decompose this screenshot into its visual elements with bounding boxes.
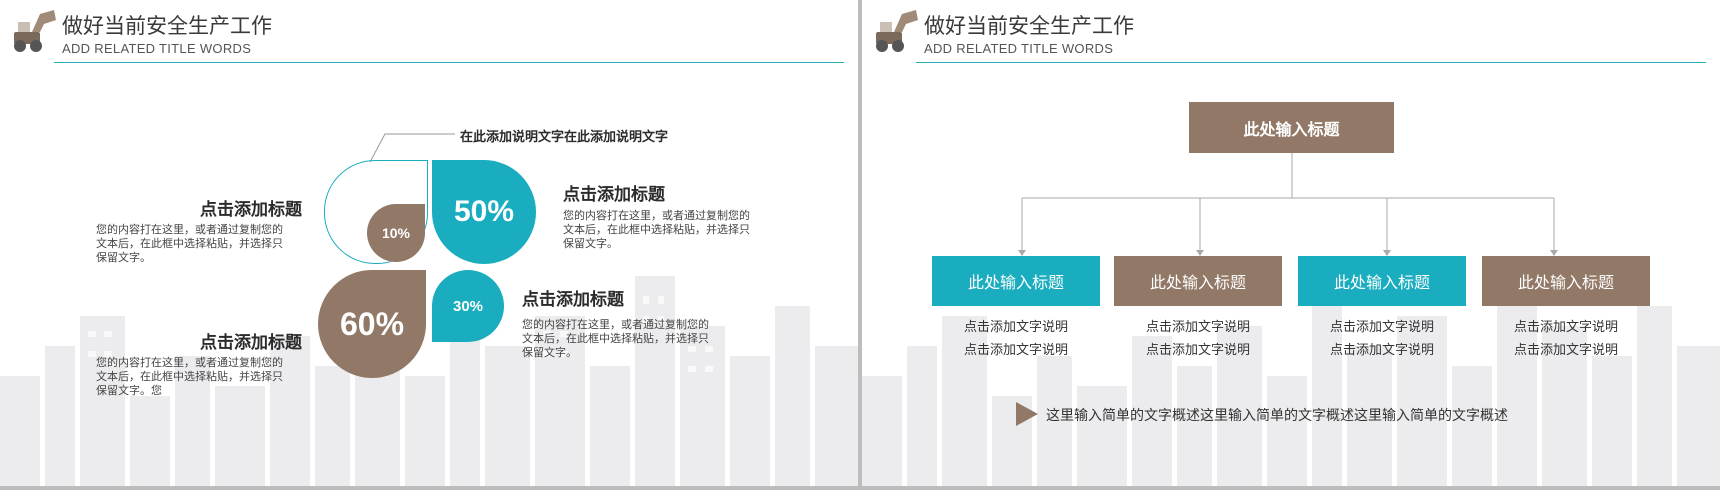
petal-30-percent: 30% xyxy=(432,270,504,342)
caption-line: 点击添加文字说明 xyxy=(1145,343,1250,358)
petal-10-percent: 10% xyxy=(367,204,425,262)
child-box-4: 此处输入标题 xyxy=(1482,256,1650,306)
block-heading: 点击添加标题 xyxy=(200,333,302,353)
top-title-box: 此处输入标题 xyxy=(1189,102,1394,153)
block-bottom-left-text: 您的内容打在这里，或者通过复制您的 文本后，在此框中选择粘贴，并选择只 保留文字… xyxy=(96,356,306,398)
block-heading: 点击添加标题 xyxy=(563,185,665,205)
child-box-3: 此处输入标题 xyxy=(1298,256,1466,306)
caption-line: 点击添加文字说明 xyxy=(1145,320,1250,335)
text-line: 您的内容打在这里，或者通过复制您的 xyxy=(522,318,709,331)
page-title: 做好当前安全生产工作 xyxy=(62,14,272,38)
summary-text: 这里输入简单的文字概述这里输入简单的文字概述这里输入简单的文字概述 xyxy=(1046,408,1508,424)
text-line: 您的内容打在这里，或者通过复制您的 xyxy=(563,209,750,222)
text-line: 保留文字。 xyxy=(522,346,577,359)
caption-line: 点击添加文字说明 xyxy=(963,320,1068,335)
block-top-left-text: 您的内容打在这里，或者通过复制您的 文本后，在此框中选择粘贴，并选择只 保留文字… xyxy=(96,223,306,265)
block-mid-right: 点击添加标题 xyxy=(522,285,624,310)
child-4-caption: 点击添加文字说明 点击添加文字说明 xyxy=(1482,316,1650,362)
mining-machine-logo xyxy=(14,10,56,52)
text-line: 文本后，在此框中选择粘贴，并选择只 xyxy=(96,237,283,250)
block-heading: 点击添加标题 xyxy=(522,290,624,310)
child-2-caption: 点击添加文字说明 点击添加文字说明 xyxy=(1114,316,1282,362)
text-line: 您的内容打在这里，或者通过复制您的 xyxy=(96,223,283,236)
child-1-caption: 点击添加文字说明 点击添加文字说明 xyxy=(932,316,1100,362)
text-line: 文本后，在此框中选择粘贴，并选择只 xyxy=(563,223,750,236)
petal-60-percent: 60% xyxy=(318,270,426,378)
slide-right: 做好当前安全生产工作 ADD RELATED TITLE WORDS 此处输入标… xyxy=(862,0,1720,486)
child-box-2: 此处输入标题 xyxy=(1114,256,1282,306)
block-mid-right-text: 您的内容打在这里，或者通过复制您的 文本后，在此框中选择粘贴，并选择只 保留文字… xyxy=(522,318,732,360)
block-top-right: 点击添加标题 xyxy=(563,180,665,205)
block-bottom-left: 点击添加标题 xyxy=(90,328,302,353)
page-subtitle: ADD RELATED TITLE WORDS xyxy=(62,41,252,56)
petal-50-percent: 50% xyxy=(432,160,536,264)
child-box-1: 此处输入标题 xyxy=(932,256,1100,306)
block-top-right-text: 您的内容打在这里，或者通过复制您的 文本后，在此框中选择粘贴，并选择只 保留文字… xyxy=(563,209,773,251)
block-top-left: 点击添加标题 xyxy=(90,195,302,220)
play-triangle-icon xyxy=(1016,402,1038,426)
caption-line: 点击添加文字说明 xyxy=(963,343,1068,358)
callout-text: 在此添加说明文字在此添加说明文字 xyxy=(460,130,669,145)
child-3-caption: 点击添加文字说明 点击添加文字说明 xyxy=(1298,316,1466,362)
text-line: 文本后，在此框中选择粘贴，并选择只 xyxy=(522,332,709,345)
caption-line: 点击添加文字说明 xyxy=(1329,320,1434,335)
title-divider xyxy=(54,62,844,63)
caption-line: 点击添加文字说明 xyxy=(1329,343,1434,358)
text-line: 您的内容打在这里，或者通过复制您的 xyxy=(96,356,283,369)
caption-line: 点击添加文字说明 xyxy=(1513,320,1618,335)
text-line: 保留文字。您 xyxy=(96,384,162,397)
caption-line: 点击添加文字说明 xyxy=(1513,343,1618,358)
text-line: 保留文字。 xyxy=(563,237,618,250)
text-line: 保留文字。 xyxy=(96,251,151,264)
text-line: 文本后，在此框中选择粘贴，并选择只 xyxy=(96,370,283,383)
block-heading: 点击添加标题 xyxy=(200,200,302,220)
slide-left: 做好当前安全生产工作 ADD RELATED TITLE WORDS 在此添加说… xyxy=(0,0,858,486)
